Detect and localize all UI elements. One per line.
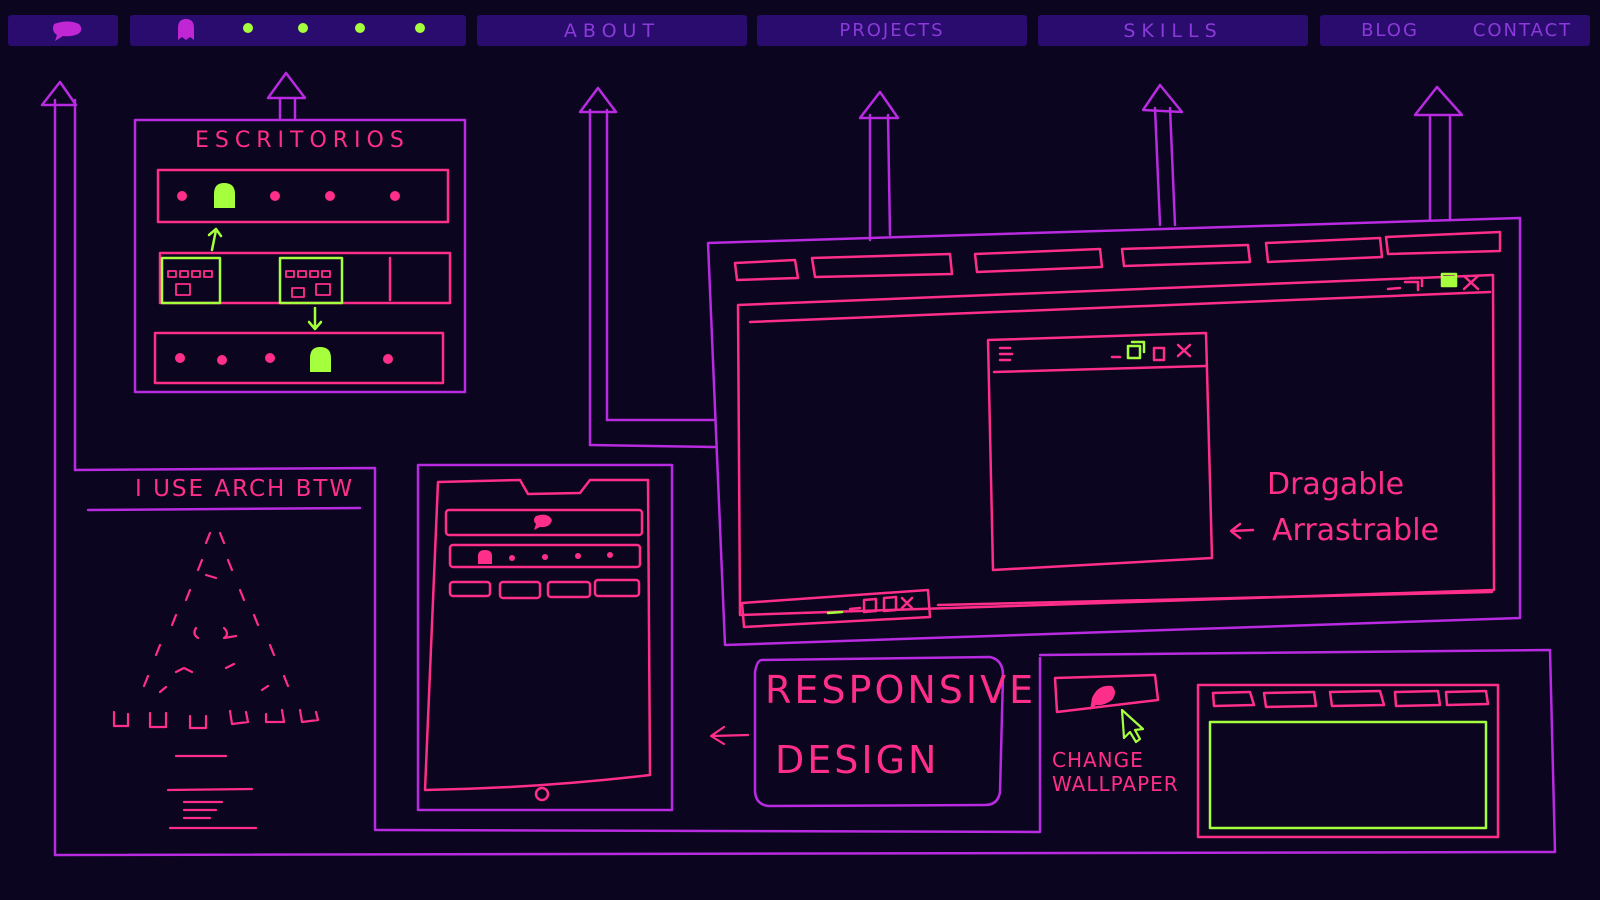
tablet-home-button: [534, 786, 550, 802]
escritorios-frame: [133, 118, 467, 394]
restore-icon: [1403, 276, 1424, 292]
arrow-head: [1141, 83, 1184, 114]
arrow-head: [40, 80, 78, 107]
arrow-connector: [588, 418, 717, 449]
ghost-icon: [478, 550, 492, 564]
desktop-frame: [706, 216, 1522, 647]
change-wallpaper-line2: WALLPAPER: [1052, 772, 1179, 796]
arrow-left-icon: [1229, 522, 1255, 540]
cursor-icon: [1120, 708, 1145, 744]
workspace-row-top: [156, 168, 450, 224]
chat-bubble-icon: [534, 514, 552, 530]
change-wallpaper-line1: CHANGE: [1052, 748, 1144, 772]
close-icon: [1462, 274, 1480, 291]
arrow-head: [1413, 85, 1464, 117]
window-thumbnail: [160, 256, 222, 305]
restore-icon: [1126, 340, 1146, 360]
close-icon: [1176, 343, 1192, 358]
ghost-icon: [214, 183, 235, 208]
minimize-icon: [826, 610, 844, 615]
window-demo: [706, 216, 1522, 647]
window-bottom-line: [936, 590, 1494, 607]
ghost-icon: [310, 347, 331, 372]
hamburger-icon: [998, 346, 1014, 362]
arrow-shaft: [278, 96, 297, 122]
arrow-shaft: [868, 113, 892, 242]
workspace-row-bottom: [153, 331, 445, 385]
large-window-titlebar-line: [748, 290, 1492, 324]
arrow-head: [858, 90, 900, 120]
arch-tree-ascii: [112, 531, 320, 830]
minimize-icon: [1386, 286, 1402, 291]
arch-title: I USE ARCH BTW: [135, 476, 355, 502]
wallpaper-preview-frame: [1196, 683, 1500, 839]
arrow-head: [578, 86, 618, 114]
arrow-shaft: [53, 98, 77, 857]
wallpaper-preview-area: [1208, 720, 1488, 830]
arrow-left-icon: [709, 725, 750, 746]
draggable-window-titlebar-line: [992, 364, 1208, 374]
window-thumbnail: [278, 256, 344, 305]
escritorios-panel: [133, 118, 467, 394]
maximize-icon: [1152, 346, 1166, 362]
arch-underline: [86, 506, 362, 512]
draggable-label-en: Dragable: [1267, 467, 1405, 502]
responsive-title-line2: DESIGN: [775, 738, 940, 782]
workspace-row-middle: [158, 251, 452, 305]
arrow-shaft: [588, 108, 609, 447]
arrow-shaft: [1153, 106, 1177, 227]
arrows-to-nav: [40, 71, 1464, 857]
move-arrow-up: [207, 227, 223, 252]
responsive-title-line1: RESPONSIVE: [765, 668, 1037, 712]
arrow-head: [266, 71, 307, 100]
move-arrow-down: [307, 306, 323, 331]
arrow-shaft: [1428, 113, 1452, 222]
tablet-sketch: [416, 463, 674, 812]
escritorios-title: ESCRITORIOS: [195, 128, 410, 153]
draggable-label-es: Arrastrable: [1272, 513, 1439, 548]
